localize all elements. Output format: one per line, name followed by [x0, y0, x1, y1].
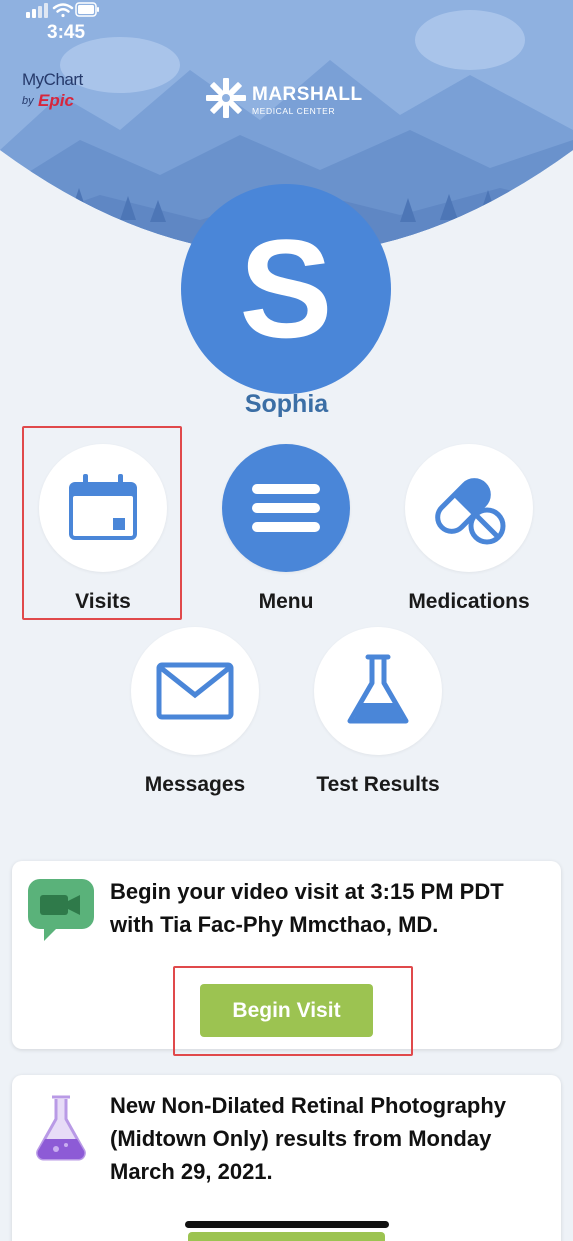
menu-button[interactable]: Menu	[211, 444, 361, 614]
status-bar: 3:45	[0, 0, 573, 64]
mychart-logo: MyChart by Epic	[18, 70, 108, 118]
signal-icon	[26, 3, 48, 18]
messages-button[interactable]: Messages	[120, 627, 270, 797]
messages-label: Messages	[144, 773, 246, 796]
status-icons	[26, 2, 99, 18]
mychart-logo-text: MyChart	[22, 70, 83, 89]
org-logo: MARSHALL MEDICAL CENTER	[200, 76, 380, 120]
video-chat-icon	[28, 879, 94, 941]
medications-label: Medications	[408, 590, 530, 613]
test-result-text: New Non-Dilated Retinal Photography (Mid…	[110, 1093, 507, 1184]
visits-highlight-box	[22, 426, 182, 620]
org-logo-mark-icon	[206, 78, 246, 118]
flask-icon	[347, 654, 409, 724]
menu-icon-circle[interactable]	[222, 444, 350, 572]
status-time: 3:45	[47, 22, 86, 43]
battery-icon	[75, 2, 99, 17]
avatar[interactable]: S	[181, 184, 391, 394]
org-logo-name: MARSHALL	[252, 84, 363, 105]
epic-logo-text: Epic	[38, 91, 74, 110]
test-result-card: New Non-Dilated Retinal Photography (Mid…	[12, 1075, 561, 1241]
menu-label: Menu	[258, 590, 314, 613]
test-results-label: Test Results	[316, 773, 440, 796]
mychart-logo-by: by	[22, 95, 34, 107]
menu-icon	[252, 484, 320, 532]
video-visit-text: Begin your video visit at 3:15 PM PDT wi…	[110, 879, 504, 937]
flask-icon	[36, 1095, 86, 1161]
medications-icon-circle[interactable]	[405, 444, 533, 572]
org-logo-subtitle: MEDICAL CENTER	[252, 106, 336, 116]
user-name[interactable]: Sophia	[0, 390, 573, 419]
home-indicator	[185, 1221, 389, 1228]
begin-visit-highlight-box	[173, 966, 413, 1056]
view-results-button[interactable]	[188, 1232, 385, 1241]
test-results-button[interactable]: Test Results	[298, 627, 458, 797]
pill-icon	[435, 478, 506, 545]
messages-icon-circle[interactable]	[131, 627, 259, 755]
medications-button[interactable]: Medications	[393, 444, 545, 614]
wifi-icon	[52, 3, 74, 18]
envelope-icon	[156, 662, 234, 720]
avatar-initial: S	[239, 210, 333, 367]
test-results-icon-circle[interactable]	[314, 627, 442, 755]
